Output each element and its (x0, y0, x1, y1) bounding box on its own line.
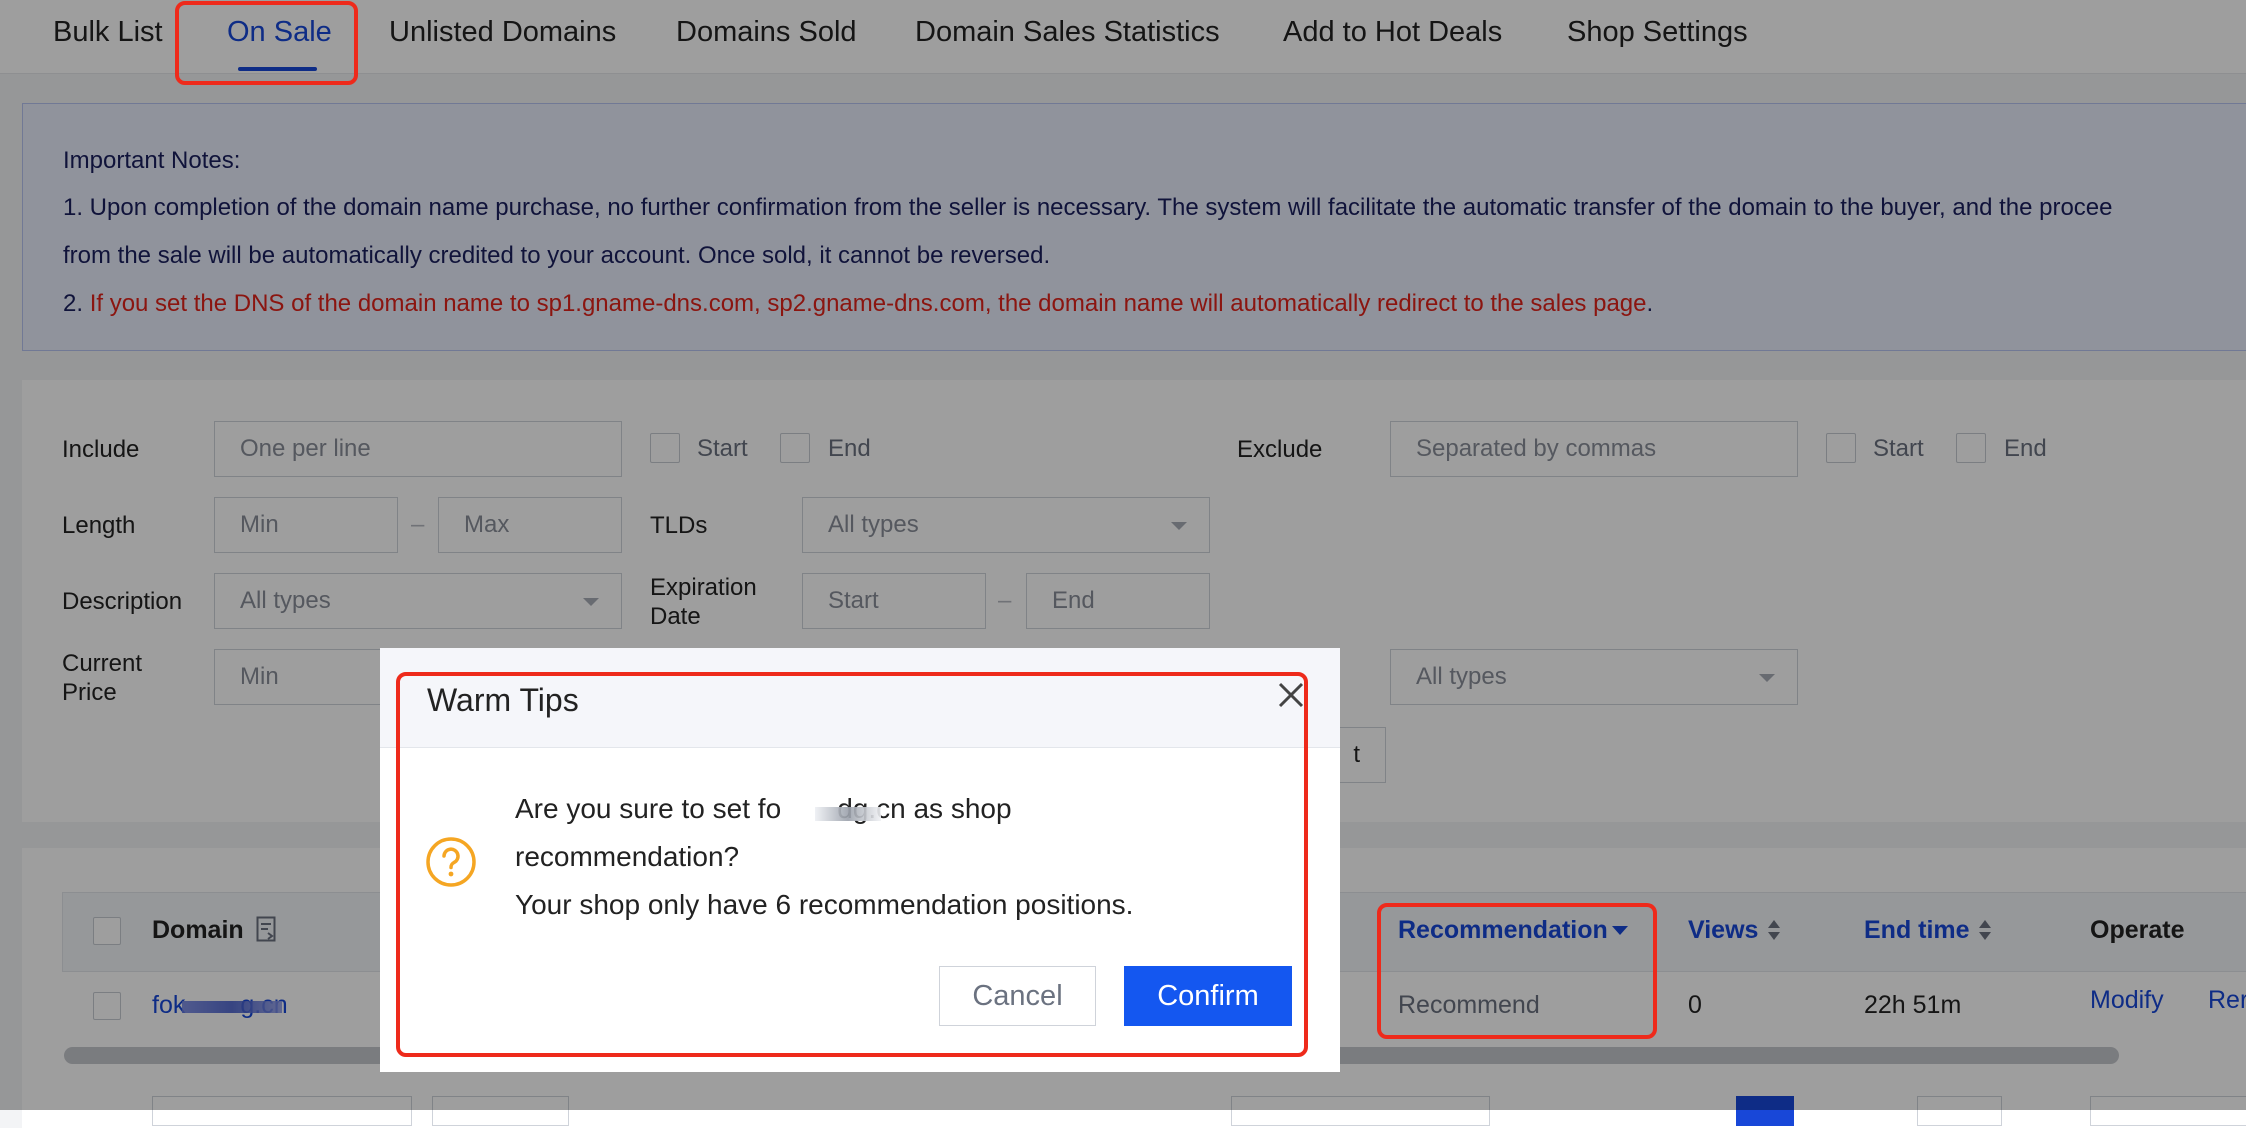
highlight-recommendation-column (1377, 903, 1657, 1039)
highlight-on-sale-tab (175, 1, 358, 85)
highlight-dialog (396, 672, 1308, 1057)
